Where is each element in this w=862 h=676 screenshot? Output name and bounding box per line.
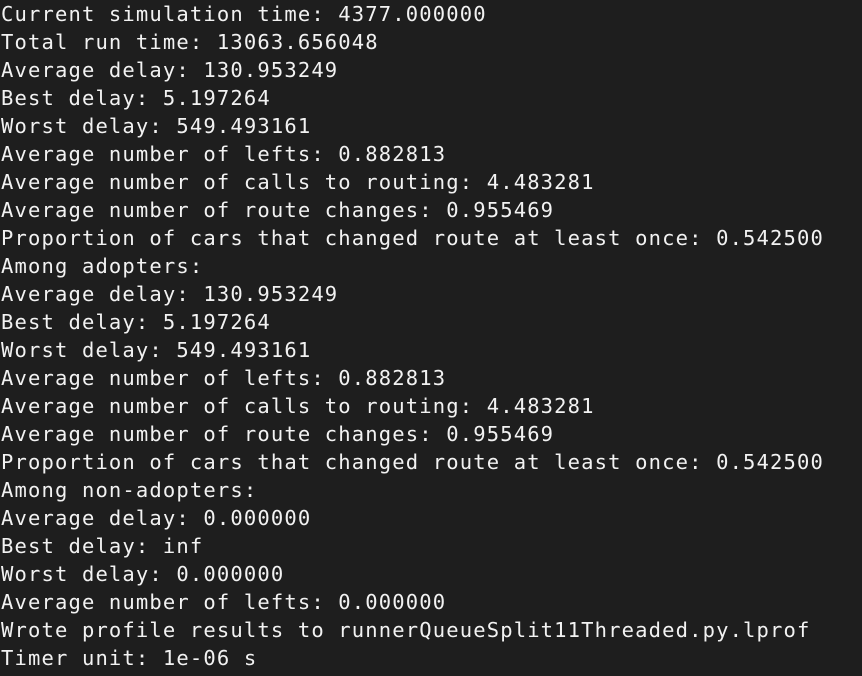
output-line-non-adopters-header: Among non-adopters:	[1, 478, 258, 502]
output-line-non-adopters-best-delay: Best delay: inf	[1, 534, 204, 558]
output-line-timer-unit: Timer unit: 1e-06 s	[1, 646, 258, 670]
output-line-non-adopters-average-delay: Average delay: 0.000000	[1, 506, 312, 530]
output-line-profile-results: Wrote profile results to runnerQueueSpli…	[1, 618, 811, 642]
output-line-average-lefts: Average number of lefts: 0.882813	[1, 142, 447, 166]
output-line-average-route-changes: Average number of route changes: 0.95546…	[1, 198, 555, 222]
output-line-non-adopters-worst-delay: Worst delay: 0.000000	[1, 562, 285, 586]
output-line-average-delay: Average delay: 130.953249	[1, 58, 339, 82]
output-line-average-routing-calls: Average number of calls to routing: 4.48…	[1, 170, 595, 194]
output-line-current-simulation-time: Current simulation time: 4377.000000	[1, 2, 487, 26]
output-line-adopters-worst-delay: Worst delay: 549.493161	[1, 338, 312, 362]
output-line-adopters-average-delay: Average delay: 130.953249	[1, 282, 339, 306]
output-line-adopters-best-delay: Best delay: 5.197264	[1, 310, 271, 334]
output-line-total-run-time: Total run time: 13063.656048	[1, 30, 379, 54]
output-line-adopters-average-routing-calls: Average number of calls to routing: 4.48…	[1, 394, 595, 418]
output-line-route-change-proportion: Proportion of cars that changed route at…	[1, 226, 825, 250]
output-line-adopters-route-change-proportion: Proportion of cars that changed route at…	[1, 450, 825, 474]
output-line-non-adopters-average-lefts: Average number of lefts: 0.000000	[1, 590, 447, 614]
output-line-best-delay: Best delay: 5.197264	[1, 86, 271, 110]
output-line-adopters-average-route-changes: Average number of route changes: 0.95546…	[1, 422, 555, 446]
terminal-output[interactable]: Current simulation time: 4377.000000 Tot…	[0, 0, 862, 676]
output-line-worst-delay: Worst delay: 549.493161	[1, 114, 312, 138]
output-line-adopters-header: Among adopters:	[1, 254, 204, 278]
output-line-adopters-average-lefts: Average number of lefts: 0.882813	[1, 366, 447, 390]
